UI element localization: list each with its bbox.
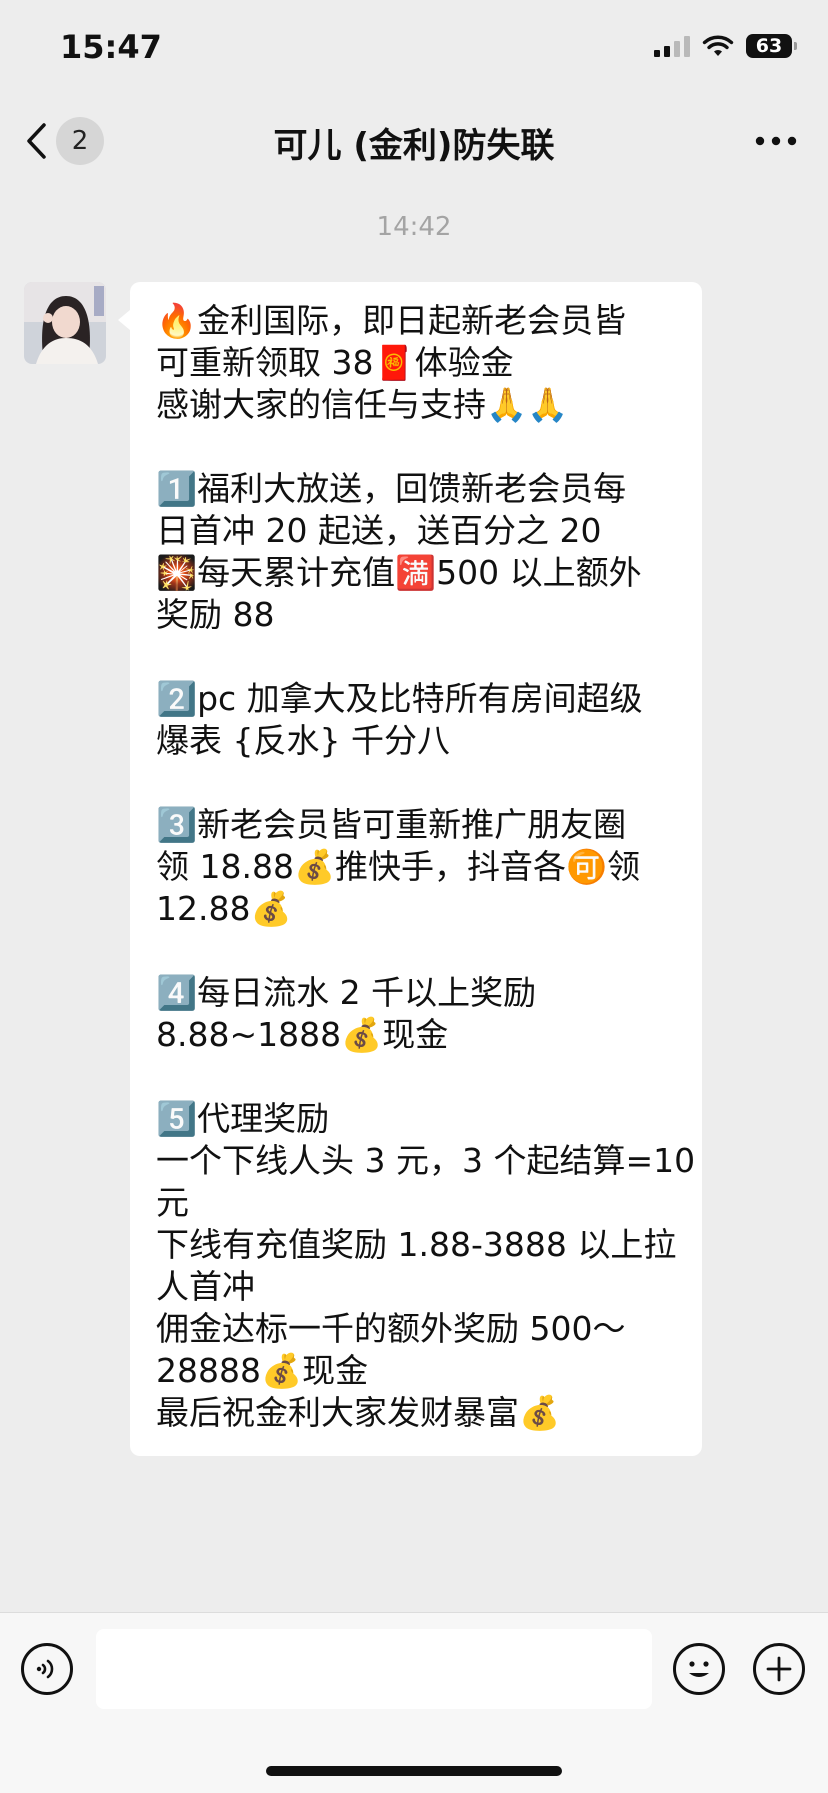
back-button[interactable]: 2: [24, 116, 124, 166]
more-options-button[interactable]: [752, 126, 800, 156]
message-line: [156, 930, 684, 972]
message-line: 4️⃣每日流水 2 千以上奖励: [156, 973, 537, 1012]
message-line: 28888💰现金: [156, 1351, 369, 1390]
battery-icon: 63: [746, 34, 797, 58]
home-indicator[interactable]: [266, 1766, 562, 1776]
avatar-image: [24, 282, 106, 364]
message-line: 🔥金利国际，即日起新老会员皆: [156, 301, 627, 340]
message-line: 人首冲: [156, 1267, 255, 1306]
message-text: 🔥金利国际，即日起新老会员皆 可重新领取 38🧧体验金 感谢大家的信任与支持🙏🙏 1️…: [156, 300, 696, 1434]
status-bar: 15:47 63: [0, 0, 828, 96]
unread-count-badge: 2: [56, 117, 104, 165]
message-timestamp: 14:42: [376, 212, 452, 242]
status-time: 15:47: [60, 28, 162, 66]
message-line: 日首冲 20 起送，送百分之 20: [156, 511, 602, 550]
voice-button[interactable]: [21, 1643, 73, 1695]
avatar[interactable]: [24, 282, 106, 364]
message-line: 12.88💰: [156, 889, 292, 928]
voice-icon: [36, 1659, 54, 1679]
message-line: 佣金达标一千的额外奖励 500～: [156, 1309, 626, 1348]
message-bubble[interactable]: 🔥金利国际，即日起新老会员皆 可重新领取 38🧧体验金 感谢大家的信任与支持🙏🙏 1️…: [118, 282, 702, 1456]
message-line: [156, 426, 684, 468]
nav-bar: 2 可儿 (金利)防失联: [0, 96, 828, 186]
message-line: 2️⃣pc 加拿大及比特所有房间超级: [156, 679, 643, 718]
message-line: 3️⃣新老会员皆可重新推广朋友圈: [156, 805, 627, 844]
status-icons: 63: [654, 34, 797, 58]
message-line: 可重新领取 38🧧体验金: [156, 343, 514, 382]
message-line: 8.88~1888💰现金: [156, 1015, 449, 1054]
emoji-button[interactable]: [673, 1643, 725, 1695]
message-line: 领 18.88💰推快手，抖音各🉑领: [156, 847, 641, 886]
chevron-left-icon: [27, 123, 46, 159]
chat-title: 可儿 (金利)防失联: [273, 126, 555, 166]
wifi-icon: [702, 35, 734, 56]
message-line: 奖励 88: [156, 595, 275, 634]
plus-icon: [766, 1656, 792, 1682]
message-line: 爆表 {反水} 千分八: [156, 721, 450, 760]
message-line: [156, 636, 684, 678]
plus-button[interactable]: [753, 1643, 805, 1695]
message-input[interactable]: [96, 1629, 652, 1709]
cellular-signal-icon: [654, 35, 690, 57]
message-line: 🎇每天累计充值🈵500 以上额外: [156, 553, 642, 592]
message-line: 1️⃣福利大放送，回馈新老会员每: [156, 469, 627, 508]
message-line: 下线有充值奖励 1.88-3888 以上拉: [156, 1225, 677, 1264]
emoji-icon: [689, 1661, 709, 1677]
message-line: [156, 1056, 684, 1098]
more-dots-icon: [755, 136, 797, 146]
message-line: 元: [156, 1183, 189, 1222]
message-line: 最后祝金利大家发财暴富💰: [156, 1393, 561, 1432]
message-line: 一个下线人头 3 元，3 个起结算=10: [156, 1141, 696, 1180]
message-line: [156, 762, 684, 804]
message-line: 5️⃣代理奖励: [156, 1099, 330, 1138]
message-line: 感谢大家的信任与支持🙏🙏: [156, 385, 569, 424]
